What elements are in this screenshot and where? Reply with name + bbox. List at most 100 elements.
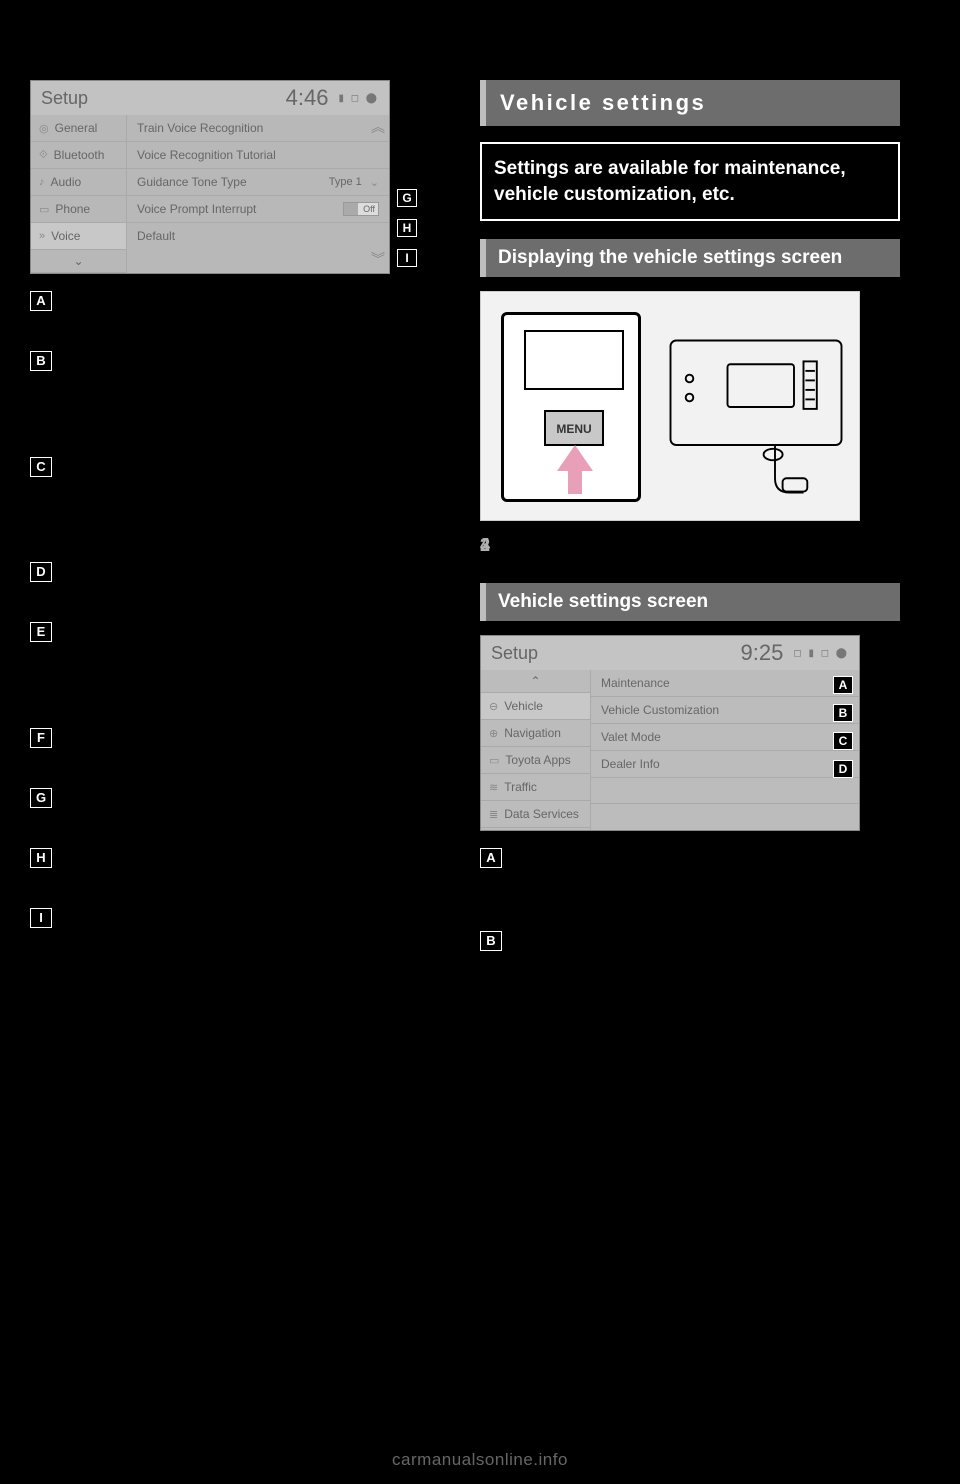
- sub-title-displaying: Displaying the vehicle settings screen: [480, 239, 900, 277]
- desc-f: F: [30, 727, 450, 773]
- menu-button[interactable]: MENU: [544, 410, 604, 446]
- note-icon: ♪: [39, 176, 45, 188]
- callout-g: G: [397, 189, 417, 207]
- data-icon: ≣: [489, 808, 498, 821]
- tone-type-value: Type 1: [329, 176, 362, 188]
- row-dealer-info[interactable]: Dealer Info: [591, 751, 859, 778]
- right-description-list: A B: [480, 847, 900, 950]
- row-valet-mode[interactable]: Valet Mode: [591, 724, 859, 751]
- letter-d: D: [30, 562, 52, 582]
- row-default[interactable]: Default: [127, 223, 389, 249]
- setup1-title: Setup: [41, 88, 88, 109]
- sidebar-item-audio[interactable]: ♪Audio: [31, 169, 126, 196]
- row-label: Default: [137, 229, 175, 243]
- sidebar-label: General: [55, 121, 98, 135]
- row-guidance-tone[interactable]: Guidance Tone Type Type 1⌄: [127, 169, 389, 196]
- intro-box: Settings are available for maintenance, …: [480, 142, 900, 221]
- row-label: Guidance Tone Type: [137, 175, 247, 189]
- callout-c: C: [833, 732, 853, 750]
- row-label: Valet Mode: [601, 730, 661, 744]
- desc-g: G: [30, 787, 450, 833]
- desc-b-right: B: [480, 930, 900, 950]
- letter-b: B: [480, 931, 502, 951]
- chevrons-up-icon: ︽: [371, 117, 385, 137]
- setup1-main: Train Voice Recognition Voice Recognitio…: [127, 115, 389, 273]
- sidebar-label: Data Services: [504, 807, 579, 821]
- dashboard-outline: [661, 312, 851, 502]
- row-vehicle-customization[interactable]: Vehicle Customization: [591, 697, 859, 724]
- sidebar-item-general[interactable]: ◎ General: [31, 115, 126, 142]
- letter-h: H: [30, 848, 52, 868]
- sidebar-scroll-down[interactable]: ⌄: [31, 250, 126, 273]
- callout-b: B: [833, 704, 853, 722]
- row-voice-tutorial[interactable]: Voice Recognition Tutorial: [127, 142, 389, 169]
- setup2-header: Setup 9:25 ◻ ▮ ◻ ⬤: [481, 636, 859, 670]
- phone-icon: ▭: [39, 203, 49, 216]
- desc-a-right: A: [480, 847, 900, 916]
- apps-icon: ▭: [489, 754, 499, 767]
- gear-icon: ◎: [39, 122, 49, 135]
- letter-c: C: [30, 457, 52, 477]
- sidebar-item-bluetooth[interactable]: ⟐Bluetooth: [31, 142, 126, 169]
- sidebar-item-voice[interactable]: » Voice: [31, 223, 126, 250]
- desc-d: D: [30, 561, 450, 607]
- letter-f: F: [30, 728, 52, 748]
- voice-icon: »: [39, 230, 45, 242]
- row-label: Voice Prompt Interrupt: [137, 202, 256, 216]
- press-arrow-trail: [568, 470, 582, 494]
- sidebar-label: Toyota Apps: [505, 753, 570, 767]
- letter-a: A: [30, 291, 52, 311]
- globe-icon: ⊕: [489, 727, 498, 740]
- control-panel: MENU: [501, 312, 641, 502]
- page-content: Setup 4:46 ▮ ◻ ⬤ ◎ General ⟐Bluetooth ♪Au…: [0, 0, 960, 997]
- desc-i: I: [30, 907, 450, 953]
- left-description-list: A B C D E F G H I: [30, 290, 450, 953]
- sidebar-label: Traffic: [504, 780, 537, 794]
- row-empty: [591, 804, 859, 830]
- row-label: Voice Recognition Tutorial: [137, 148, 276, 162]
- row-label: Train Voice Recognition: [137, 121, 263, 135]
- traffic-icon: ≋: [489, 781, 498, 794]
- watermark: carmanualsonline.info: [0, 1450, 960, 1470]
- setup1-clock: 4:46: [286, 85, 329, 111]
- callout-a: A: [833, 676, 853, 694]
- sub-title-vehicle-screen: Vehicle settings screen: [480, 583, 900, 621]
- row-empty: [591, 778, 859, 804]
- setup2-title: Setup: [491, 643, 538, 664]
- sidebar-item-data-services[interactable]: ≣ Data Services: [481, 801, 590, 828]
- sidebar-item-traffic[interactable]: ≋ Traffic: [481, 774, 590, 801]
- row-label: Maintenance: [601, 676, 670, 690]
- chevron-up-icon: ⌃: [530, 674, 540, 688]
- chevron-down-icon: ⌄: [73, 254, 83, 268]
- sidebar-item-apps[interactable]: ▭ Toyota Apps: [481, 747, 590, 774]
- desc-a: A: [30, 290, 450, 336]
- row-maintenance[interactable]: Maintenance: [591, 670, 859, 697]
- setup1-header: Setup 4:46 ▮ ◻ ⬤: [31, 81, 389, 115]
- row-train-voice[interactable]: Train Voice Recognition: [127, 115, 389, 142]
- letter-a: A: [480, 848, 502, 868]
- sidebar-scroll-up[interactable]: ⌃: [481, 670, 590, 693]
- row-label: Vehicle Customization: [601, 703, 719, 717]
- letter-b: B: [30, 351, 52, 371]
- letter-i: I: [30, 908, 52, 928]
- vehicle-setup-screen: Setup 9:25 ◻ ▮ ◻ ⬤ ⌃ ⊖Vehicle ⊕Navigatio…: [480, 635, 860, 831]
- sidebar-label: Voice: [51, 229, 80, 243]
- desc-e: E: [30, 621, 450, 713]
- menu-button-figure: MENU: [480, 291, 860, 521]
- status-icons: ▮ ◻ ⬤: [338, 93, 379, 104]
- scroll-indicator: ︽ ︾: [371, 117, 385, 269]
- desc-c: C: [30, 456, 450, 548]
- sidebar-label: Vehicle: [504, 699, 543, 713]
- sidebar-item-vehicle[interactable]: ⊖Vehicle: [481, 693, 590, 720]
- step-4: 4: [480, 535, 900, 575]
- sidebar-item-phone[interactable]: ▭ Phone: [31, 196, 126, 223]
- desc-h: H: [30, 847, 450, 893]
- right-column: Vehicle settings Settings are available …: [480, 80, 900, 967]
- letter-e: E: [30, 622, 52, 642]
- display-rect: [524, 330, 624, 390]
- setup2-sidebar: ⌃ ⊖Vehicle ⊕Navigation ▭ Toyota Apps ≋ Tra…: [481, 670, 591, 830]
- sidebar-item-navigation[interactable]: ⊕Navigation: [481, 720, 590, 747]
- sidebar-label: Phone: [55, 202, 90, 216]
- letter-g: G: [30, 788, 52, 808]
- row-voice-interrupt[interactable]: Voice Prompt Interrupt Off: [127, 196, 389, 223]
